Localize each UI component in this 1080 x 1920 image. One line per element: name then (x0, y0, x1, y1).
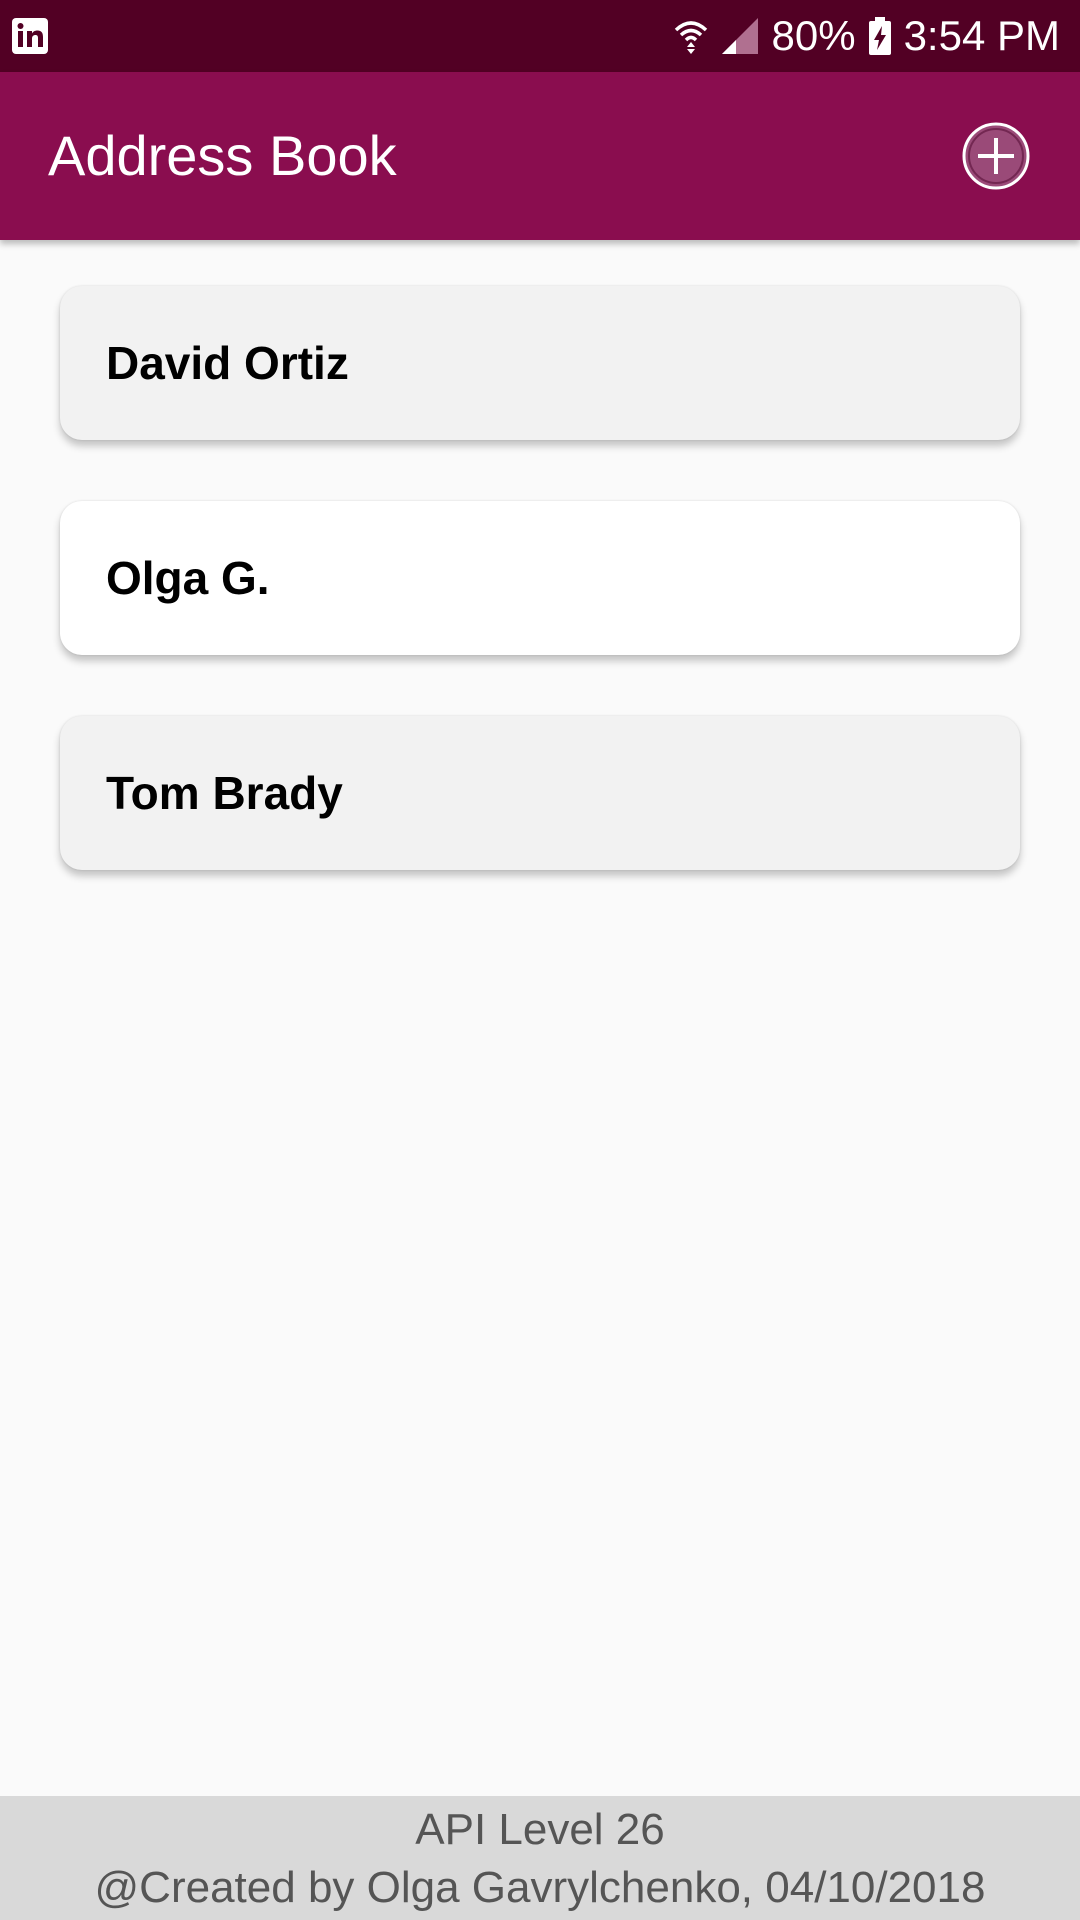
status-time: 3:54 PM (903, 12, 1060, 59)
contact-name: David Ortiz (106, 337, 349, 389)
contact-name: Tom Brady (106, 767, 343, 819)
add-contact-button[interactable] (960, 120, 1032, 192)
page-title: Address Book (48, 124, 397, 187)
api-level-text: API Level 26 (415, 1805, 665, 1854)
add-circle-icon (962, 122, 1030, 190)
wifi-icon (674, 21, 707, 54)
status-bar: 80% 3:54 PM (0, 0, 1080, 72)
contact-card[interactable]: David Ortiz (60, 286, 1020, 440)
footer: API Level 26 @Created by Olga Gavrylchen… (0, 1796, 1080, 1920)
signal-icon (721, 18, 758, 54)
contact-card[interactable]: Olga G. (60, 501, 1020, 655)
battery-charging-icon (868, 17, 891, 55)
battery-percent: 80% (771, 12, 856, 59)
linkedin-icon (12, 18, 48, 54)
app-bar: Address Book (0, 72, 1080, 240)
contact-card[interactable]: Tom Brady (60, 716, 1020, 870)
credits-text: @Created by Olga Gavrylchenko, 04/10/201… (94, 1863, 986, 1912)
contact-name: Olga G. (106, 552, 270, 604)
